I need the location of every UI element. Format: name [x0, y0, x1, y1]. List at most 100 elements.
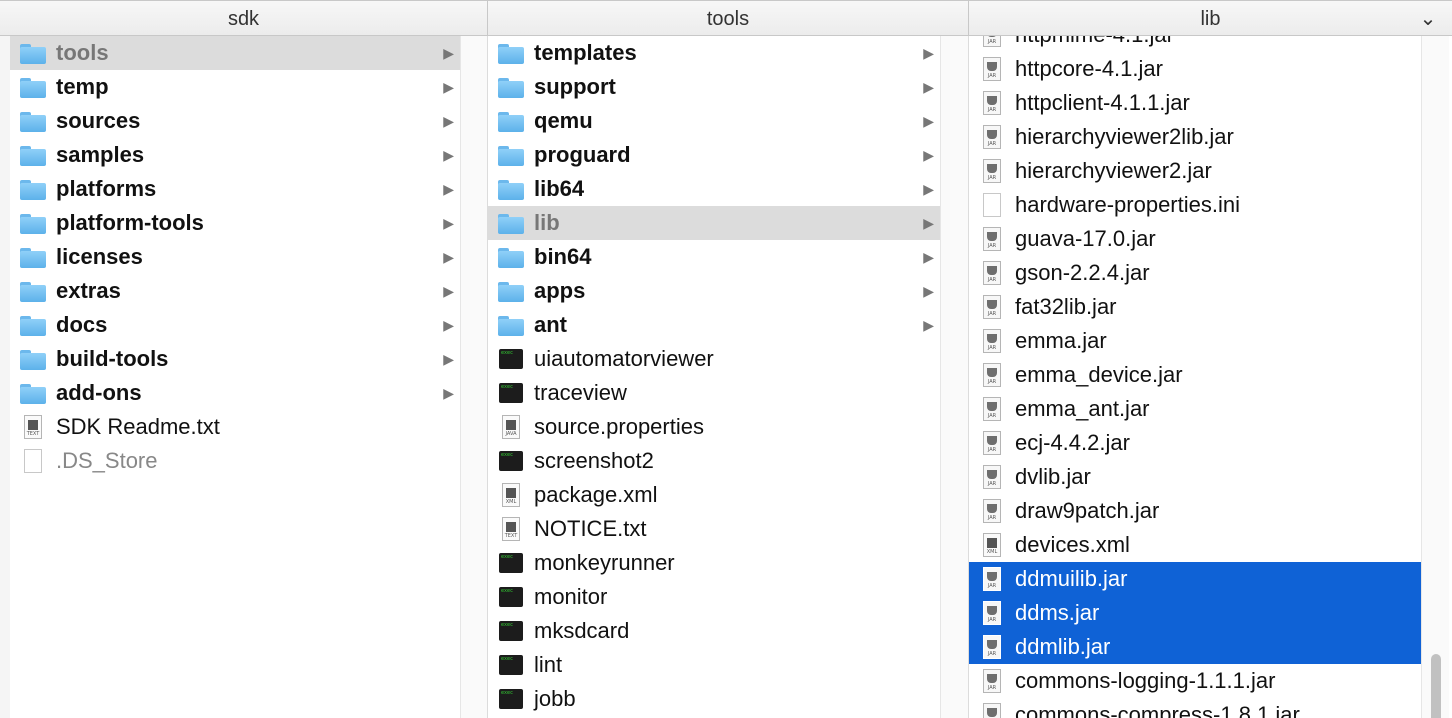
list-item[interactable]: proguard ▶ [490, 138, 940, 172]
list-item[interactable]: JAR commons-logging-1.1.1.jar [971, 664, 1421, 698]
list-item[interactable]: platforms ▶ [12, 172, 460, 206]
list-item[interactable]: JAR emma_device.jar [971, 358, 1421, 392]
list-item-label: emma.jar [1015, 328, 1107, 353]
list-item[interactable]: TEXT NOTICE.txt [490, 512, 940, 546]
exec-icon-tag: exec [501, 622, 514, 628]
list-item[interactable]: extras ▶ [12, 274, 460, 308]
list-item[interactable]: JAR hierarchyviewer2lib.jar [971, 120, 1421, 154]
column-header-tools[interactable]: tools [488, 1, 969, 35]
list-item-label: platforms [56, 176, 157, 201]
list-item-label: templates [534, 40, 637, 65]
list-item[interactable]: JAR fat32lib.jar [971, 290, 1421, 324]
exec-icon-tag: exec [501, 384, 514, 390]
list-item[interactable]: JAR httpcore-4.1.jar [971, 52, 1421, 86]
list-item-label: build-tools [56, 346, 169, 371]
list-item[interactable]: exec mksdcard [490, 614, 940, 648]
list-item[interactable]: lib64 ▶ [490, 172, 940, 206]
list-item[interactable]: JAR guava-17.0.jar [971, 222, 1421, 256]
list-item-label: screenshot2 [534, 448, 654, 473]
list-item[interactable]: JAR draw9patch.jar [971, 494, 1421, 528]
disclosure-arrow-icon: ▶ [923, 113, 934, 129]
column-scrollbar[interactable] [1421, 36, 1449, 718]
list-item[interactable]: JAR ecj-4.4.2.jar [971, 426, 1421, 460]
disclosure-arrow-icon: ▶ [443, 351, 454, 367]
folder-icon [20, 380, 46, 406]
list-item-label: jobb [534, 686, 576, 711]
list-item[interactable]: support ▶ [490, 70, 940, 104]
java-jar-icon: JAR [979, 498, 1005, 524]
list-item[interactable]: licenses ▶ [12, 240, 460, 274]
list-item[interactable]: platform-tools ▶ [12, 206, 460, 240]
list-item[interactable]: JAR hierarchyviewer2.jar [971, 154, 1421, 188]
list-item[interactable]: JAR httpclient-4.1.1.jar [971, 86, 1421, 120]
disclosure-arrow-icon: ▶ [923, 283, 934, 299]
list-item[interactable]: XML package.xml [490, 478, 940, 512]
terminal-executable-icon: exec [498, 584, 524, 610]
disclosure-arrow-icon: ▶ [923, 79, 934, 95]
column-header-sdk[interactable]: sdk [0, 1, 488, 35]
list-item-label: hierarchyviewer2.jar [1015, 158, 1212, 183]
list-item[interactable]: JAR emma.jar [971, 324, 1421, 358]
list-item[interactable]: JAR ddmuilib.jar [969, 562, 1421, 596]
scrollbar-thumb[interactable] [1431, 654, 1441, 718]
list-item[interactable]: JAR httpmime-4.1.jar [971, 36, 1421, 52]
list-item[interactable]: samples ▶ [12, 138, 460, 172]
list-item[interactable]: JAR gson-2.2.4.jar [971, 256, 1421, 290]
document-icon: XML [498, 482, 524, 508]
exec-icon-tag: exec [501, 656, 514, 662]
list-item-label: proguard [534, 142, 631, 167]
list-item[interactable]: JAVA source.properties [490, 410, 940, 444]
java-jar-icon: JAR [979, 260, 1005, 286]
disclosure-arrow-icon: ▶ [443, 45, 454, 61]
list-item[interactable]: templates ▶ [490, 36, 940, 70]
list-item[interactable]: apps ▶ [490, 274, 940, 308]
folder-icon [20, 210, 46, 236]
list-item[interactable]: ant ▶ [490, 308, 940, 342]
list-item[interactable]: temp ▶ [12, 70, 460, 104]
column-scrollbar[interactable] [940, 36, 968, 718]
list-item[interactable]: JAR emma_ant.jar [971, 392, 1421, 426]
list-item[interactable]: build-tools ▶ [12, 342, 460, 376]
list-item[interactable]: exec monkeyrunner [490, 546, 940, 580]
disclosure-arrow-icon: ▶ [923, 147, 934, 163]
list-item[interactable]: bin64 ▶ [490, 240, 940, 274]
list-item[interactable]: tools ▶ [10, 36, 460, 70]
list-item[interactable]: qemu ▶ [490, 104, 940, 138]
folder-icon [20, 346, 46, 372]
list-item-label: commons-logging-1.1.1.jar [1015, 668, 1276, 693]
list-item[interactable]: sources ▶ [12, 104, 460, 138]
list-item[interactable]: add-ons ▶ [12, 376, 460, 410]
disclosure-arrow-icon: ▶ [443, 317, 454, 333]
column-header-lib-label: lib [1200, 8, 1221, 30]
folder-icon [20, 312, 46, 338]
list-item[interactable]: exec uiautomatorviewer [490, 342, 940, 376]
list-item[interactable]: exec lint [490, 648, 940, 682]
list-item-label: traceview [534, 380, 627, 405]
list-item-label: temp [56, 74, 109, 99]
list-item[interactable]: exec monitor [490, 580, 940, 614]
column-scrollbar[interactable] [460, 36, 487, 718]
folder-icon [498, 40, 524, 66]
jar-icon-tag: JAR [987, 107, 997, 113]
list-item[interactable]: exec screenshot2 [490, 444, 940, 478]
chevron-down-icon[interactable]: ⌄ [1418, 1, 1438, 35]
list-item[interactable]: exec jobb [490, 682, 940, 716]
list-item[interactable]: hardware-properties.ini [971, 188, 1421, 222]
list-item[interactable]: XML devices.xml [971, 528, 1421, 562]
folder-icon [20, 108, 46, 134]
list-item[interactable]: JAR dvlib.jar [971, 460, 1421, 494]
list-item[interactable]: JAR commons-compress-1.8.1.jar [971, 698, 1421, 718]
list-item[interactable]: docs ▶ [12, 308, 460, 342]
list-item-label: lib [534, 210, 560, 235]
list-item[interactable]: JAR ddms.jar [969, 596, 1421, 630]
jar-icon-tag: JAR [987, 243, 997, 249]
list-item[interactable]: exec traceview [490, 376, 940, 410]
list-item-label: ecj-4.4.2.jar [1015, 430, 1130, 455]
list-item[interactable]: JAR ddmlib.jar [969, 630, 1421, 664]
jar-icon-tag: JAR [987, 481, 997, 487]
list-item[interactable]: TEXT SDK Readme.txt [12, 410, 460, 444]
list-item-label: monkeyrunner [534, 550, 675, 575]
list-item[interactable]: .DS_Store [10, 444, 460, 478]
column-header-lib[interactable]: lib ⌄ [969, 1, 1452, 35]
list-item[interactable]: lib ▶ [488, 206, 940, 240]
